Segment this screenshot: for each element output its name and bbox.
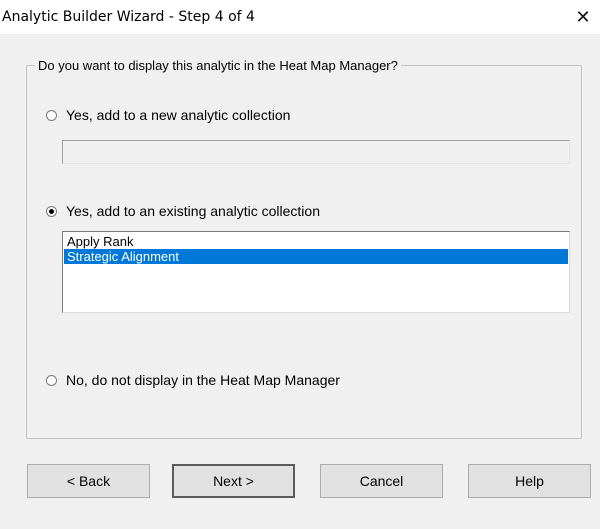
radio-new-collection[interactable]: Yes, add to a new analytic collection: [46, 107, 290, 123]
radio-icon-selected[interactable]: [46, 205, 57, 217]
radio-dot-icon: [49, 208, 54, 214]
radio-do-not-display-label[interactable]: No, do not display in the Heat Map Manag…: [66, 372, 340, 388]
back-button[interactable]: < Back: [27, 464, 150, 498]
window-title: Analytic Builder Wizard - Step 4 of 4: [2, 9, 255, 25]
list-item[interactable]: Apply Rank: [64, 234, 568, 249]
next-button[interactable]: Next >: [172, 464, 295, 498]
groupbox-legend: Do you want to display this analytic in …: [35, 58, 401, 73]
new-collection-input[interactable]: [62, 140, 570, 164]
radio-do-not-display[interactable]: No, do not display in the Heat Map Manag…: [46, 372, 340, 388]
radio-new-collection-label[interactable]: Yes, add to a new analytic collection: [66, 107, 290, 123]
title-bar: Analytic Builder Wizard - Step 4 of 4 ✕: [0, 0, 600, 34]
radio-existing-collection-label[interactable]: Yes, add to an existing analytic collect…: [66, 203, 320, 219]
radio-icon[interactable]: [46, 109, 57, 121]
help-button[interactable]: Help: [468, 464, 591, 498]
list-item-selected[interactable]: Strategic Alignment: [64, 249, 568, 264]
collections-listbox[interactable]: Apply Rank Strategic Alignment: [62, 231, 570, 313]
close-icon[interactable]: ✕: [566, 0, 600, 34]
radio-existing-collection[interactable]: Yes, add to an existing analytic collect…: [46, 203, 320, 219]
radio-icon[interactable]: [46, 374, 57, 386]
cancel-button[interactable]: Cancel: [320, 464, 443, 498]
